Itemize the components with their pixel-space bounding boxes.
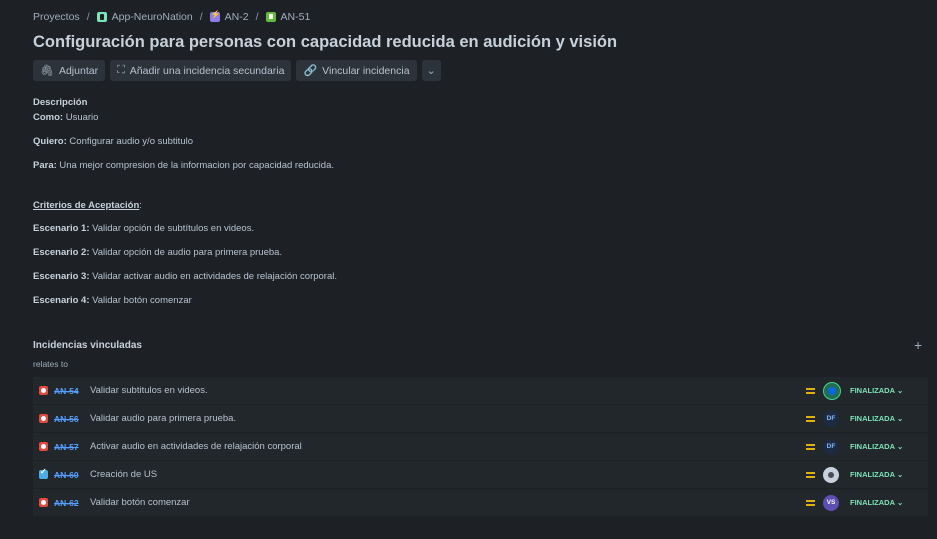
assignee-avatar[interactable]	[823, 381, 841, 400]
description-heading: Descripción	[33, 97, 88, 108]
linked-issue-row[interactable]: AN-57 Activar audio en actividades de rel…	[33, 433, 928, 461]
chevron-down-icon: ⌄	[897, 470, 904, 479]
link-label: Vincular incidencia	[322, 64, 410, 77]
priority-medium-icon	[806, 414, 815, 424]
status-label: FINALIZADA	[850, 386, 895, 395]
breadcrumb-separator: /	[199, 11, 203, 23]
linked-issues-list: AN-54 Validar subtitulos en videos. FINALI…	[33, 377, 928, 517]
story-icon	[265, 12, 276, 22]
issue-key[interactable]: AN-57	[54, 442, 79, 452]
criteria-heading: Criterios de Aceptación:	[33, 200, 142, 211]
status-dropdown[interactable]: FINALIZADA ⌄	[850, 414, 903, 423]
breadcrumb-projects[interactable]: Proyectos	[33, 11, 80, 23]
issue-key[interactable]: AN-62	[54, 498, 79, 508]
breadcrumb-project-label: App-NeuroNation	[111, 11, 193, 23]
chevron-down-icon: ⌄	[897, 498, 904, 507]
breadcrumb-issue-label: AN-51	[280, 11, 311, 23]
scenario-line: Escenario 3: Validar activar audio en ac…	[33, 271, 337, 282]
relation-label: relates to	[33, 359, 68, 369]
paperclip-icon: 🖇	[40, 65, 54, 77]
linked-issue-row[interactable]: AN-62 Validar botón comenzar VS FINALIZADA ⌄	[33, 489, 928, 517]
scenario-line: Escenario 4: Validar botón comenzar	[33, 295, 192, 306]
status-dropdown[interactable]: FINALIZADA ⌄	[850, 498, 903, 507]
bug-icon	[39, 498, 48, 507]
issue-summary[interactable]: Activar audio en actividades de relajaci…	[90, 441, 302, 452]
linked-issue-row[interactable]: AN-54 Validar subtitulos en videos. FINALI…	[33, 377, 928, 405]
breadcrumb-separator: /	[86, 11, 90, 23]
link-icon: 🔗	[303, 65, 318, 77]
issue-summary[interactable]: Validar botón comenzar	[90, 497, 190, 508]
breadcrumb-epic[interactable]: AN-2	[209, 10, 249, 23]
status-label: FINALIZADA	[850, 498, 895, 507]
bug-icon	[39, 386, 48, 395]
add-child-label: Añadir una incidencia secundaria	[129, 64, 285, 77]
priority-medium-icon	[806, 470, 815, 480]
breadcrumb-separator: /	[255, 11, 259, 23]
issue-summary[interactable]: Creación de US	[90, 469, 157, 480]
add-link-button[interactable]: +	[914, 337, 922, 353]
status-label: FINALIZADA	[850, 470, 895, 479]
chevron-down-icon: ⌄	[897, 414, 904, 423]
task-icon	[39, 467, 48, 479]
assignee-avatar[interactable]: VS	[823, 494, 839, 511]
como-line: Como: Usuario	[33, 112, 99, 123]
quiero-line: Quiero: Configurar audio y/o subtitulo	[33, 136, 193, 147]
priority-medium-icon	[806, 442, 815, 452]
chevron-down-icon: ⌄	[897, 386, 904, 395]
issue-summary[interactable]: Validar subtitulos en videos.	[90, 385, 208, 396]
breadcrumb-epic-label: AN-2	[224, 11, 249, 23]
scenario-line: Escenario 1: Validar opción de subtítulo…	[33, 223, 255, 234]
linked-issue-row[interactable]: AN-60 Creación de US FINALIZADA⌄	[33, 461, 928, 489]
issue-summary[interactable]: Validar audio para primera prueba.	[90, 413, 236, 424]
epic-icon	[209, 10, 221, 22]
toolbar: 🖇 Adjuntar ⛶ Añadir una incidencia secun…	[33, 60, 441, 81]
bug-icon	[39, 442, 48, 451]
chevron-down-icon: ⌄	[897, 442, 904, 451]
more-actions-dropdown[interactable]: ⌄	[421, 60, 441, 81]
breadcrumb-project[interactable]: App-NeuroNation	[96, 11, 193, 23]
assignee-avatar[interactable]	[823, 466, 839, 483]
issue-key[interactable]: AN-56	[54, 414, 79, 424]
description[interactable]: Descripción Como: Usuario Quiero: Config…	[33, 97, 337, 306]
para-line: Para: Una mejor compresion de la informa…	[33, 160, 334, 171]
scenario-line: Escenario 2: Validar opción de audio par…	[33, 247, 283, 258]
priority-medium-icon	[806, 386, 815, 396]
breadcrumb-issue[interactable]: AN-51	[265, 11, 311, 23]
link-issue-button[interactable]: 🔗 Vincular incidencia	[296, 60, 417, 81]
chevron-down-icon: ⌄	[426, 65, 436, 77]
issue-key[interactable]: AN-54	[54, 386, 79, 396]
status-dropdown[interactable]: FINALIZADA ⌄	[850, 442, 903, 451]
linked-issue-row[interactable]: AN-56 Validar audio para primera prueba. D…	[33, 405, 928, 433]
bug-icon	[39, 414, 48, 423]
status-dropdown[interactable]: FINALIZADA ⌄	[850, 470, 903, 479]
priority-medium-icon	[806, 498, 815, 508]
status-label: FINALIZADA	[850, 414, 895, 423]
issue-key[interactable]: AN-60	[54, 470, 79, 480]
hierarchy-icon: ⛶	[117, 64, 125, 76]
status-label: FINALIZADA	[850, 442, 895, 451]
page-title[interactable]: Configuración para personas con capacida…	[33, 33, 617, 52]
status-dropdown[interactable]: FINALIZADA ⌄	[850, 386, 903, 395]
breadcrumb: Proyectos / App-NeuroNation / AN-2 / AN-…	[33, 10, 311, 23]
project-icon	[96, 12, 107, 22]
assignee-avatar[interactable]: DF	[823, 410, 839, 427]
linked-issues-heading: Incidencias vinculadas	[33, 340, 142, 351]
assignee-avatar[interactable]: DF	[823, 438, 839, 455]
attach-button[interactable]: 🖇 Adjuntar	[33, 60, 106, 81]
add-child-issue-button[interactable]: ⛶ Añadir una incidencia secundaria	[110, 60, 292, 81]
attach-label: Adjuntar	[58, 64, 99, 77]
